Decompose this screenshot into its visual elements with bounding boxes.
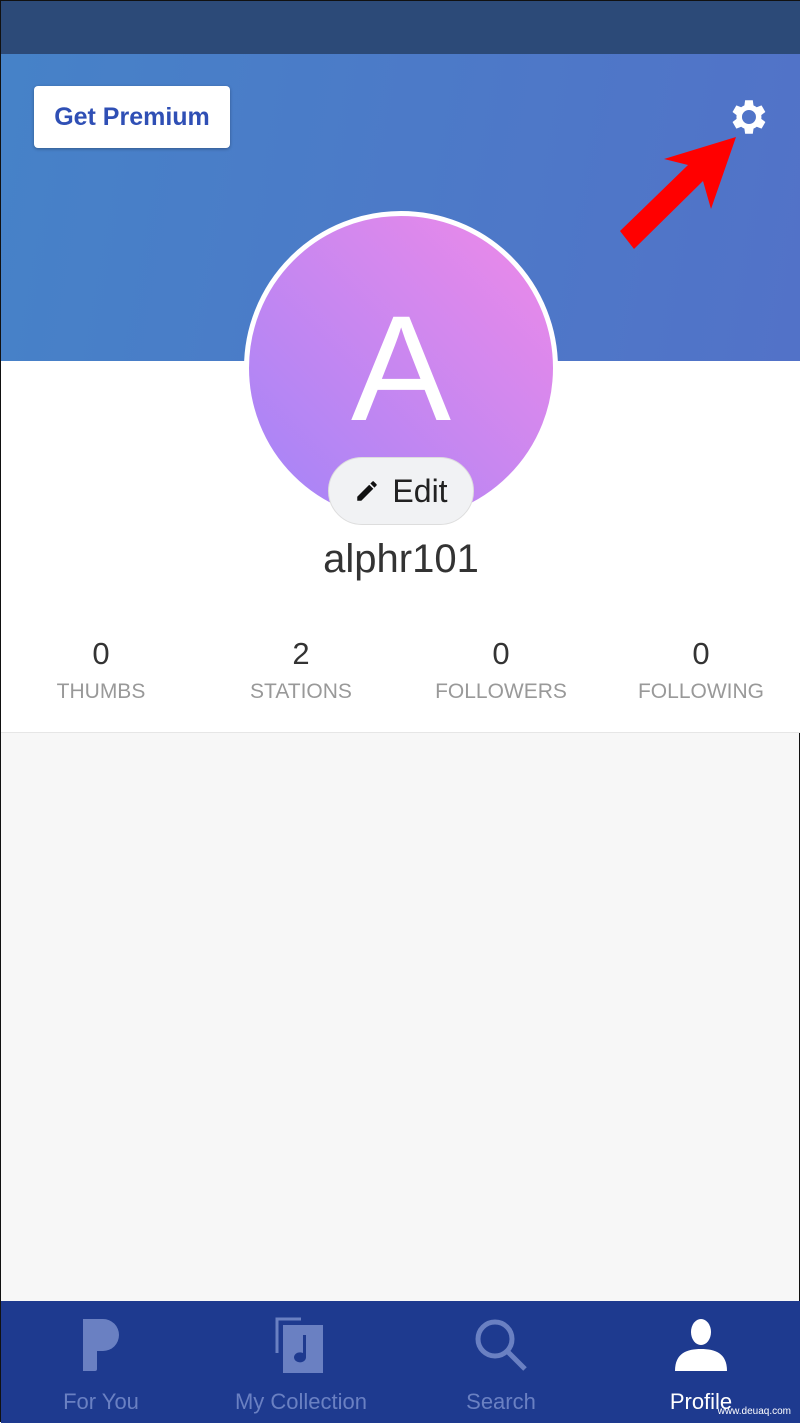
tab-for-you[interactable]: For You xyxy=(1,1301,201,1423)
stat-label: FOLLOWING xyxy=(637,680,764,703)
get-premium-button[interactable]: Get Premium xyxy=(34,86,230,148)
bottom-nav: For You My Collection Search Profile xyxy=(1,1301,800,1423)
stat-value: 2 xyxy=(292,636,310,671)
status-bar xyxy=(1,1,800,54)
stat-label: STATIONS xyxy=(250,680,352,703)
search-icon xyxy=(475,1319,527,1371)
stat-label: THUMBS xyxy=(56,680,146,703)
tab-my-collection[interactable]: My Collection xyxy=(201,1301,401,1423)
stat-value: 0 xyxy=(692,636,710,671)
stat-followers[interactable]: 0 FOLLOWERS xyxy=(401,636,601,704)
stat-thumbs[interactable]: 0 THUMBS xyxy=(1,636,201,704)
stat-label: FOLLOWERS xyxy=(435,680,567,703)
avatar-letter: A xyxy=(350,283,452,452)
username: alphr101 xyxy=(323,537,479,581)
pencil-icon xyxy=(357,481,378,501)
tab-label: My Collection xyxy=(234,1389,368,1414)
tab-label: Search xyxy=(466,1389,536,1414)
stat-value: 0 xyxy=(492,636,510,671)
stat-value: 0 xyxy=(92,636,110,671)
tab-label: For You xyxy=(63,1389,139,1414)
edit-profile-button[interactable]: Edit xyxy=(328,457,474,525)
pandora-icon xyxy=(83,1319,119,1371)
stats-row: 0 THUMBS 2 STATIONS 0 FOLLOWERS 0 FOLLOWING xyxy=(1,636,800,704)
collection-icon xyxy=(275,1317,323,1373)
tab-profile[interactable]: Profile xyxy=(601,1301,800,1423)
edit-label: Edit xyxy=(392,472,448,509)
stat-following[interactable]: 0 FOLLOWING xyxy=(601,636,800,704)
tab-search[interactable]: Search xyxy=(401,1301,601,1423)
person-icon xyxy=(675,1319,727,1371)
annotation-arrow xyxy=(620,137,736,249)
stat-stations[interactable]: 2 STATIONS xyxy=(201,636,401,704)
watermark: www.deuaq.com xyxy=(717,1406,791,1417)
